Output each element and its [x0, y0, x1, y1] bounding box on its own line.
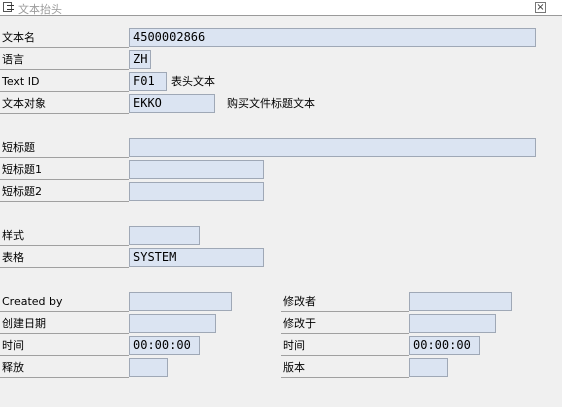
- created-by-field[interactable]: [129, 292, 232, 311]
- created-on-label: 创建日期: [0, 315, 129, 334]
- version-label: 版本: [281, 359, 409, 378]
- short-title-1-field[interactable]: [129, 160, 264, 179]
- style-field[interactable]: [129, 226, 200, 245]
- text-object-label: 文本对象: [0, 95, 129, 114]
- changed-on-label: 修改于: [281, 315, 409, 334]
- text-name-label: 文本名: [0, 29, 129, 48]
- text-header-icon: [3, 2, 14, 13]
- language-field[interactable]: ZH: [129, 50, 151, 69]
- form-field[interactable]: SYSTEM: [129, 248, 264, 267]
- version-field[interactable]: [409, 358, 448, 377]
- form-label: 表格: [0, 249, 129, 268]
- close-icon[interactable]: ×: [535, 2, 546, 13]
- release-label: 释放: [0, 359, 129, 378]
- created-on-field[interactable]: [129, 314, 216, 333]
- short-title-label: 短标题: [0, 139, 129, 158]
- window-titlebar: 文本抬头 ×: [0, 0, 562, 16]
- text-object-field[interactable]: EKKO: [129, 94, 215, 113]
- text-name-field[interactable]: 4500002866: [129, 28, 536, 47]
- changed-time-label: 时间: [281, 337, 409, 356]
- short-title-2-label: 短标题2: [0, 183, 129, 202]
- created-time-label: 时间: [0, 337, 129, 356]
- changed-by-label: 修改者: [281, 293, 409, 312]
- changed-by-field[interactable]: [409, 292, 512, 311]
- text-id-label: Text ID: [0, 73, 129, 92]
- created-by-label: Created by: [0, 293, 129, 312]
- short-title-2-field[interactable]: [129, 182, 264, 201]
- language-label: 语言: [0, 51, 129, 70]
- text-id-description: 表头文本: [171, 75, 215, 88]
- changed-time-field[interactable]: 00:00:00: [409, 336, 480, 355]
- created-time-field[interactable]: 00:00:00: [129, 336, 200, 355]
- style-label: 样式: [0, 227, 129, 246]
- changed-on-field[interactable]: [409, 314, 496, 333]
- text-id-field[interactable]: F01: [129, 72, 167, 91]
- release-field[interactable]: [129, 358, 168, 377]
- window-title: 文本抬头: [18, 3, 62, 16]
- short-title-field[interactable]: [129, 138, 536, 157]
- text-object-description: 购买文件标题文本: [227, 97, 315, 110]
- short-title-1-label: 短标题1: [0, 161, 129, 180]
